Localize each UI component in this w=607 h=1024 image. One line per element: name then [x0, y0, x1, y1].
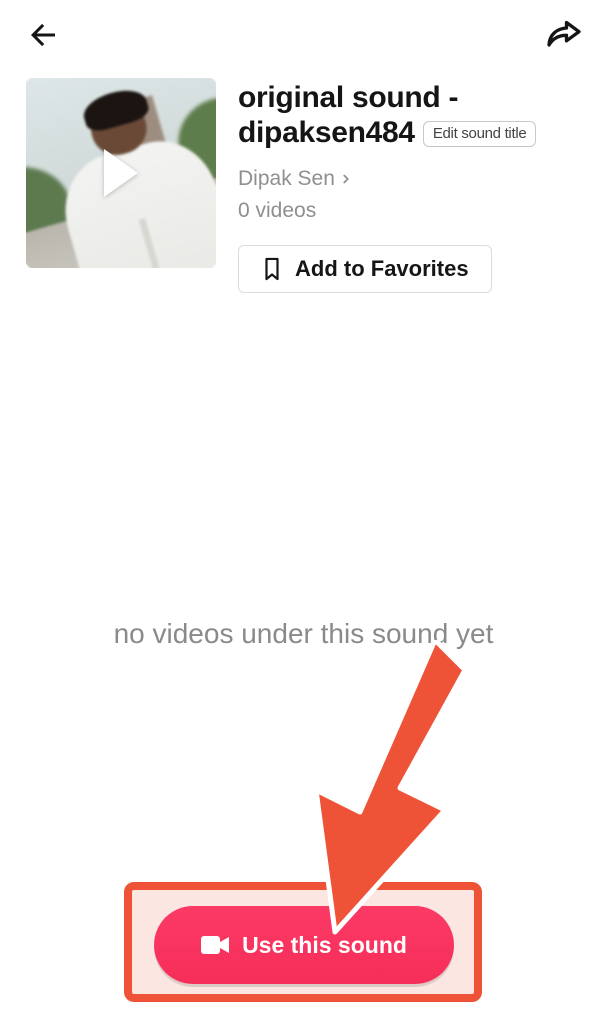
sound-title: original sound - dipaksen484 Edit sound … [238, 80, 581, 151]
bookmark-icon [261, 256, 283, 282]
share-button[interactable] [543, 14, 585, 56]
cta-label: Use this sound [242, 932, 407, 959]
empty-state-text: no videos under this sound yet [0, 618, 607, 650]
author-name: Dipak Sen [238, 167, 335, 191]
edit-sound-title-button[interactable]: Edit sound title [423, 121, 537, 147]
arrow-left-icon [25, 17, 61, 53]
author-link[interactable]: Dipak Sen [238, 167, 581, 191]
favorites-label: Add to Favorites [295, 256, 469, 282]
use-this-sound-button[interactable]: Use this sound [154, 906, 454, 984]
video-count: 0 videos [238, 199, 581, 223]
chevron-right-icon [339, 172, 353, 186]
sound-cover[interactable] [26, 78, 216, 268]
back-button[interactable] [22, 14, 64, 56]
video-camera-icon [200, 934, 230, 956]
play-icon [104, 149, 138, 197]
add-to-favorites-button[interactable]: Add to Favorites [238, 245, 492, 293]
share-icon [544, 15, 584, 55]
